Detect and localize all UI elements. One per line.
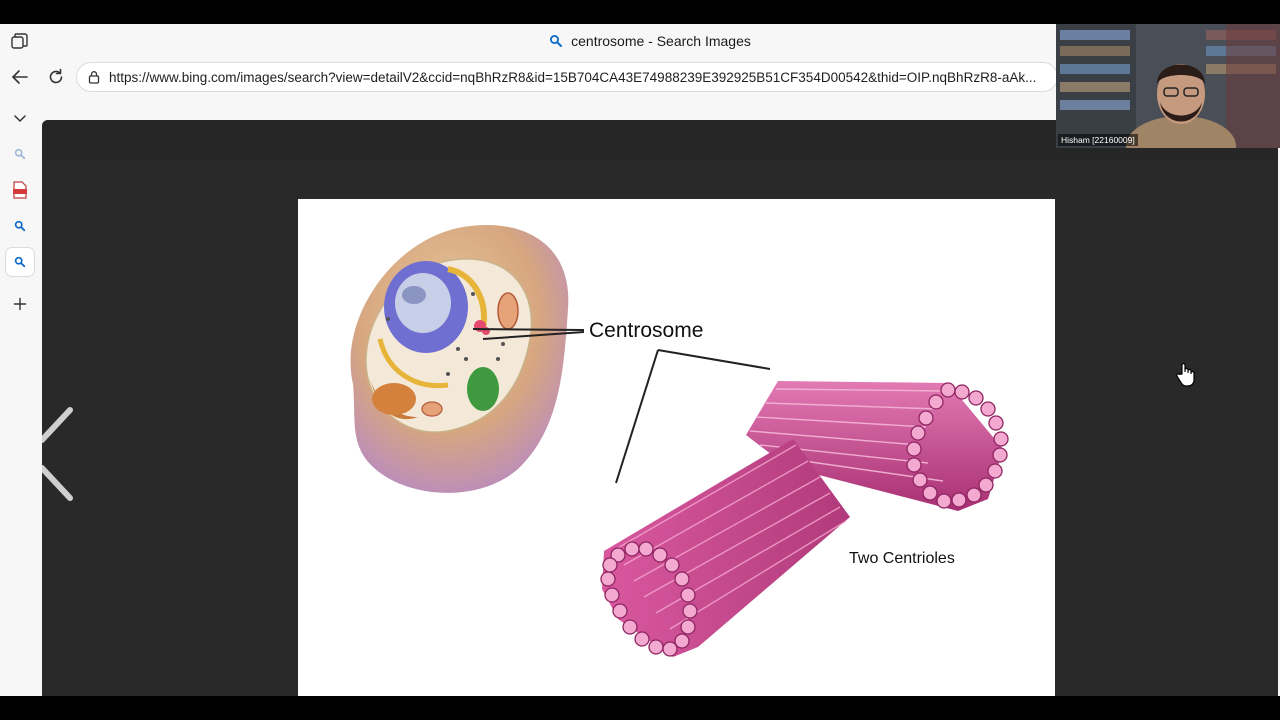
centriole-lower	[600, 439, 850, 657]
animal-cell	[350, 224, 569, 493]
label-two-centrioles: Two Centrioles	[849, 550, 955, 567]
participant-name: Hisham [22160009]	[1058, 134, 1138, 146]
search-icon[interactable]	[6, 212, 34, 240]
tab-title: centrosome - Search Images	[571, 33, 751, 49]
webcam-feed	[1056, 24, 1280, 148]
previous-image-icon[interactable]	[42, 406, 74, 502]
lock-icon[interactable]	[87, 70, 101, 84]
plus-icon[interactable]	[6, 290, 34, 318]
pdf-icon[interactable]	[6, 176, 34, 204]
search-icon	[549, 34, 563, 48]
refresh-icon[interactable]	[44, 66, 68, 88]
search-icon[interactable]	[6, 248, 34, 276]
viewer-stage: Centrosome Two Centrioles	[42, 160, 1278, 716]
label-centrosome: Centrosome	[589, 319, 704, 342]
centrosome-image[interactable]: Centrosome Two Centrioles	[298, 199, 1055, 713]
search-icon[interactable]	[6, 140, 34, 168]
letterbox-bottom	[0, 696, 1280, 720]
url-text[interactable]: https://www.bing.com/images/search?view=…	[109, 70, 1055, 85]
hand-cursor-icon	[1176, 362, 1196, 388]
image-viewer: Centrosome Two Centrioles	[42, 120, 1278, 716]
back-arrow-icon[interactable]	[8, 66, 32, 88]
centrosome-illustration	[350, 224, 1009, 657]
vertical-tabs-sidebar	[0, 96, 40, 696]
address-bar[interactable]: https://www.bing.com/images/search?view=…	[76, 62, 1058, 92]
webcam-overlay: Hisham [22160009]	[1056, 24, 1280, 148]
letterbox-top	[0, 0, 1280, 24]
chevron-down-icon[interactable]	[6, 104, 34, 132]
